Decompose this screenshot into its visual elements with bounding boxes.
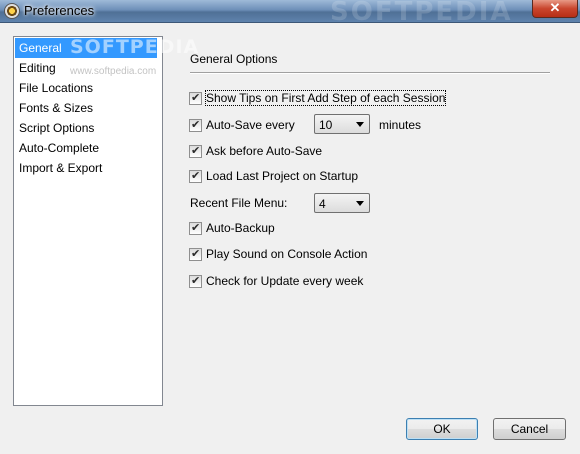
auto-save-unit: minutes <box>379 118 422 132</box>
ok-button[interactable]: OK <box>406 418 478 440</box>
chevron-down-icon <box>356 201 364 206</box>
sidebar-item-fonts-sizes[interactable]: Fonts & Sizes <box>14 98 162 118</box>
cancel-button[interactable]: Cancel <box>493 418 566 440</box>
sidebar-item-import-export[interactable]: Import & Export <box>14 158 162 178</box>
check-update-label: Check for Update every week <box>206 274 364 288</box>
sidebar-item-auto-complete[interactable]: Auto-Complete <box>14 138 162 158</box>
category-list[interactable]: General Editing File Locations Fonts & S… <box>13 36 163 406</box>
auto-save-interval-select[interactable]: 10 <box>314 114 370 134</box>
recent-file-menu-select[interactable]: 4 <box>314 193 370 213</box>
softpedia-watermark: SOFTPEDIA <box>70 36 200 58</box>
group-title: General Options <box>190 52 278 66</box>
show-tips-checkbox[interactable] <box>189 91 202 105</box>
softpedia-watermark-url: www.softpedia.com <box>70 66 157 77</box>
show-tips-option[interactable]: Show Tips on First Add Step of each Sess… <box>189 90 447 106</box>
check-update-option[interactable]: Check for Update every week <box>189 274 363 288</box>
auto-backup-option[interactable]: Auto-Backup <box>189 221 275 235</box>
close-icon: ✕ <box>549 0 561 15</box>
ask-before-autosave-option[interactable]: Ask before Auto-Save <box>189 144 322 158</box>
sidebar-item-script-options[interactable]: Script Options <box>14 118 162 138</box>
play-sound-option[interactable]: Play Sound on Console Action <box>189 247 367 261</box>
group-divider <box>190 72 550 74</box>
auto-save-option[interactable]: Auto-Save every <box>189 118 295 132</box>
sidebar-item-file-locations[interactable]: File Locations <box>14 78 162 98</box>
load-last-project-checkbox[interactable] <box>189 169 202 183</box>
check-update-checkbox[interactable] <box>189 274 202 288</box>
ask-before-autosave-label: Ask before Auto-Save <box>206 144 323 158</box>
show-tips-label: Show Tips on First Add Step of each Sess… <box>204 90 447 106</box>
auto-save-interval-value: 10 <box>319 118 333 132</box>
auto-backup-label: Auto-Backup <box>206 221 275 235</box>
window-title: Preferences <box>24 3 95 18</box>
load-last-project-label: Load Last Project on Startup <box>206 169 359 183</box>
play-sound-label: Play Sound on Console Action <box>206 247 368 261</box>
ask-before-autosave-checkbox[interactable] <box>189 144 202 158</box>
auto-save-checkbox[interactable] <box>189 118 202 132</box>
play-sound-checkbox[interactable] <box>189 247 202 261</box>
app-icon <box>4 3 20 19</box>
close-button[interactable]: ✕ <box>532 0 578 18</box>
recent-file-menu-label: Recent File Menu: <box>190 196 288 210</box>
auto-backup-checkbox[interactable] <box>189 221 202 235</box>
load-last-project-option[interactable]: Load Last Project on Startup <box>189 169 358 183</box>
preferences-window: SOFTPEDIA Preferences ✕ General Editing … <box>0 0 580 454</box>
title-watermark: SOFTPEDIA <box>330 0 513 27</box>
title-bar[interactable]: SOFTPEDIA Preferences ✕ <box>0 0 580 27</box>
auto-save-label: Auto-Save every <box>206 118 295 132</box>
chevron-down-icon <box>356 122 364 127</box>
recent-file-menu-value: 4 <box>319 197 326 211</box>
